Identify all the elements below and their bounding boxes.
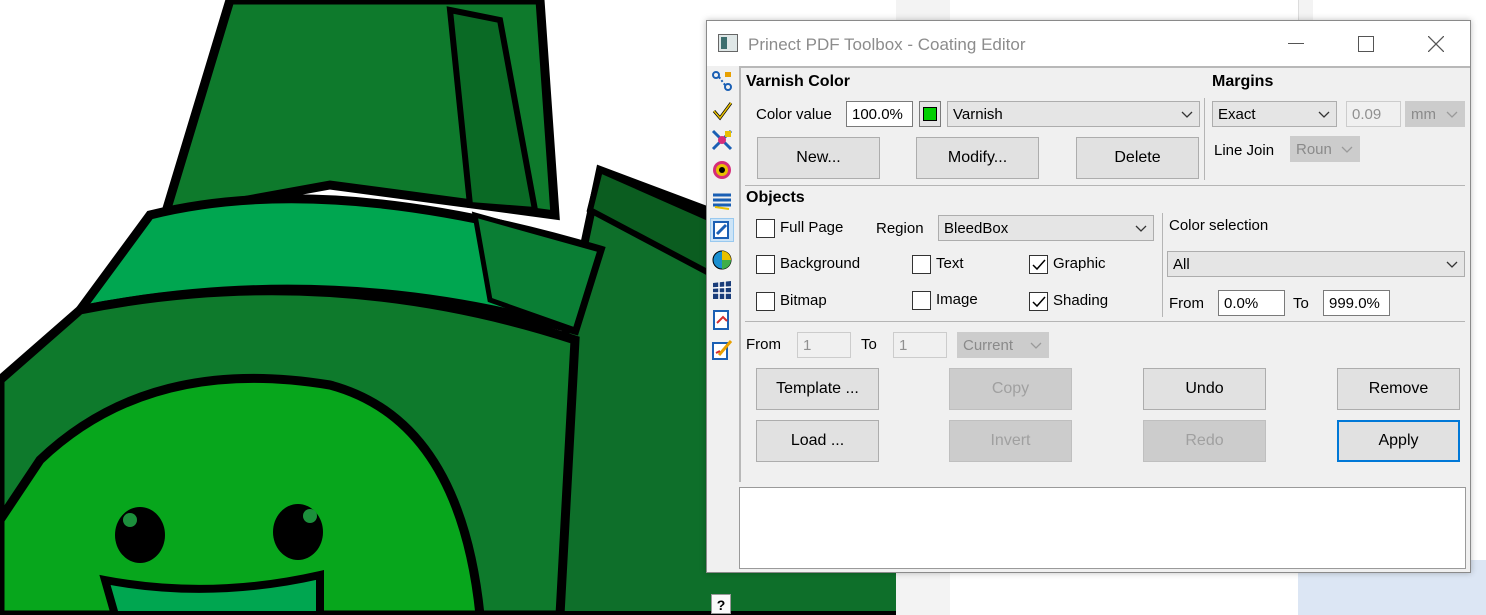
undo-button[interactable]: Undo — [1143, 368, 1266, 410]
layers-icon[interactable] — [710, 188, 734, 212]
minimize-button[interactable] — [1261, 21, 1331, 66]
copy-button[interactable]: Copy — [949, 368, 1072, 410]
chevron-down-icon — [1181, 111, 1193, 118]
shading-label: Shading — [1053, 292, 1109, 309]
color-value-input[interactable]: 100.0% — [846, 101, 913, 127]
color-swatch — [923, 107, 937, 121]
color-to-label: To — [1293, 295, 1309, 312]
chevron-down-icon — [1135, 225, 1147, 232]
coating-settings-panel: Varnish Color Color value 100.0% Varnish… — [739, 66, 1470, 482]
checkmark-icon — [1032, 296, 1046, 308]
page-range-select[interactable]: Current — [957, 332, 1049, 358]
load-button[interactable]: Load ... — [756, 420, 879, 462]
section-divider — [1162, 213, 1163, 317]
title-bar[interactable]: Prinect PDF Toolbox - Coating Editor — [707, 21, 1470, 66]
delete-varnish-button[interactable]: Delete — [1076, 137, 1199, 179]
section-divider — [745, 185, 1465, 186]
redo-button[interactable]: Redo — [1143, 420, 1266, 462]
line-join-select[interactable]: Roun — [1290, 136, 1360, 162]
app-icon — [718, 34, 738, 52]
tool-strip: ? — [707, 66, 739, 614]
full-page-checkbox[interactable] — [756, 219, 775, 238]
close-button[interactable] — [1401, 21, 1471, 66]
margin-unit-value: mm — [1411, 105, 1436, 123]
line-join-value: Roun — [1296, 140, 1332, 158]
background-checkbox[interactable] — [756, 255, 775, 274]
full-page-label: Full Page — [780, 219, 844, 236]
close-icon — [1428, 35, 1444, 52]
color-from-input[interactable]: 0.0% — [1218, 290, 1285, 316]
chevron-down-icon — [1318, 111, 1330, 118]
bitmap-label: Bitmap — [780, 292, 827, 309]
maximize-button[interactable] — [1331, 21, 1401, 66]
color-swatch-button[interactable] — [919, 101, 941, 127]
objects-heading: Objects — [746, 189, 805, 206]
page-from-input[interactable]: 1 — [797, 332, 851, 358]
varnish-select-value: Varnish — [953, 105, 1003, 123]
maximize-icon — [1358, 35, 1374, 52]
chevron-down-icon — [1030, 342, 1042, 349]
bitmap-checkbox[interactable] — [756, 292, 775, 311]
color-selection-select[interactable]: All — [1167, 251, 1465, 277]
chevron-down-icon — [1341, 146, 1353, 153]
section-divider — [1204, 98, 1205, 180]
line-join-label: Line Join — [1214, 142, 1275, 159]
invert-button[interactable]: Invert — [949, 420, 1072, 462]
region-label: Region — [876, 220, 924, 237]
background-label: Background — [780, 255, 861, 272]
new-varnish-button[interactable]: New... — [757, 137, 880, 179]
coating-icon[interactable] — [710, 218, 734, 242]
help-button[interactable]: ? — [711, 594, 731, 614]
remove-button[interactable]: Remove — [1337, 368, 1460, 410]
color-wheel-icon[interactable] — [710, 158, 734, 182]
text-checkbox[interactable] — [912, 255, 931, 274]
graphic-label: Graphic — [1053, 255, 1106, 272]
message-area[interactable] — [739, 487, 1466, 569]
coating-editor-dialog: Prinect PDF Toolbox - Coating Editor ? V… — [706, 20, 1471, 614]
modify-varnish-button[interactable]: Modify... — [916, 137, 1039, 179]
checkmark-icon — [1032, 259, 1046, 271]
chevron-down-icon — [1446, 261, 1458, 268]
grid-icon[interactable] — [710, 278, 734, 302]
template-button[interactable]: Template ... — [756, 368, 879, 410]
pdf-edit-icon[interactable] — [710, 308, 734, 332]
margins-heading: Margins — [1212, 73, 1274, 90]
region-select-value: BleedBox — [944, 219, 1009, 237]
color-mix-icon[interactable] — [710, 248, 734, 272]
color-from-label: From — [1169, 295, 1204, 312]
margin-unit-select[interactable]: mm — [1405, 101, 1465, 127]
color-to-input[interactable]: 999.0% — [1323, 290, 1390, 316]
section-divider — [745, 321, 1465, 322]
varnish-color-heading: Varnish Color — [746, 73, 851, 90]
color-convert-icon[interactable] — [710, 128, 734, 152]
check-icon[interactable] — [710, 99, 734, 123]
pdf-brush-icon[interactable] — [710, 338, 734, 362]
text-label: Text — [936, 255, 964, 272]
color-value-label: Color value — [756, 106, 832, 123]
image-label: Image — [936, 291, 978, 308]
margin-mode-select[interactable]: Exact — [1212, 101, 1337, 127]
page-from-label: From — [746, 336, 781, 353]
graphic-checkbox[interactable] — [1029, 255, 1048, 274]
margin-value-input[interactable]: 0.09 — [1346, 101, 1401, 127]
page-range-value: Current — [963, 336, 1014, 354]
page-to-label: To — [861, 336, 877, 353]
minimize-icon — [1288, 42, 1304, 44]
apply-button[interactable]: Apply — [1337, 420, 1460, 462]
color-selection-label: Color selection — [1169, 217, 1269, 234]
varnish-select[interactable]: Varnish — [947, 101, 1200, 127]
region-select[interactable]: BleedBox — [938, 215, 1154, 241]
chevron-down-icon — [1446, 111, 1458, 118]
page-to-input[interactable]: 1 — [893, 332, 947, 358]
workflow-icon[interactable] — [710, 69, 734, 93]
window-title: Prinect PDF Toolbox - Coating Editor — [748, 35, 1026, 54]
color-selection-value: All — [1173, 255, 1190, 273]
shading-checkbox[interactable] — [1029, 292, 1048, 311]
image-checkbox[interactable] — [912, 291, 931, 310]
margin-mode-value: Exact — [1218, 105, 1256, 123]
